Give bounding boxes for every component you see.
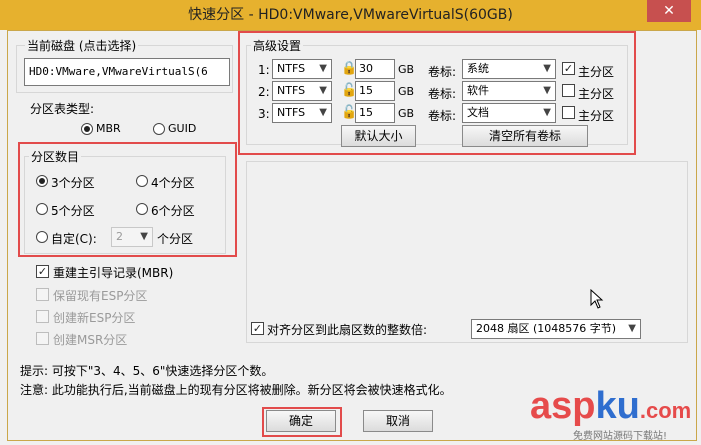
hint-text: 提示: 可按下"3、4、5、6"快速选择分区个数。 (20, 364, 274, 378)
close-button[interactable]: ✕ (647, 0, 691, 22)
row-1-label-title: 卷标: (428, 65, 457, 79)
clear-all-labels-button[interactable]: 清空所有卷标 (462, 125, 588, 147)
row-1-volume-label-select[interactable]: 系统 ▼ (462, 59, 556, 79)
row-3-volume-label-select[interactable]: 文档 ▼ (462, 103, 556, 123)
right-panel-frame (246, 161, 688, 343)
radio-3-partitions-label: 3个分区 (51, 176, 95, 190)
lock-icon[interactable]: 🔒 (341, 61, 357, 77)
radio-3-partitions[interactable] (36, 175, 48, 187)
rebuild-mbr-checkbox[interactable]: ✓ (36, 265, 49, 278)
rebuild-mbr-label: 重建主引导记录(MBR) (53, 266, 174, 280)
radio-6-partitions[interactable] (136, 203, 148, 215)
row-3-volume-label-value: 文档 (467, 106, 489, 119)
row-2-primary-label: 主分区 (578, 87, 615, 101)
row-3-primary-label: 主分区 (578, 109, 615, 123)
row-2-label-title: 卷标: (428, 87, 457, 101)
row-1-index: 1: (258, 63, 270, 77)
radio-custom-label: 自定(C): (51, 232, 97, 246)
row-3-fs-value: NTFS (277, 106, 306, 119)
custom-count-select[interactable]: 2 ▼ (111, 227, 153, 247)
row-2-fs-select[interactable]: NTFS ▼ (272, 81, 332, 101)
row-2-index: 2: (258, 85, 270, 99)
current-disk-title: 当前磁盘 (点击选择) (25, 37, 139, 54)
radio-mbr-label: MBR (96, 122, 121, 135)
row-3-fs-select[interactable]: NTFS ▼ (272, 103, 332, 123)
create-msr-checkbox[interactable] (36, 332, 49, 345)
row-1-unit: GB (398, 63, 415, 76)
radio-guid[interactable] (153, 123, 165, 135)
radio-6-partitions-label: 6个分区 (151, 204, 195, 218)
radio-guid-label: GUID (168, 122, 197, 135)
chevron-down-icon: ▼ (628, 323, 636, 334)
watermark-tld: .com (639, 398, 692, 423)
note-text: 注意: 此功能执行后,当前磁盘上的现有分区将被删除。新分区将会被快速格式化。 (20, 383, 452, 397)
radio-mbr[interactable] (81, 123, 93, 135)
cancel-button[interactable]: 取消 (363, 410, 433, 432)
row-2-primary-checkbox[interactable] (562, 84, 575, 97)
quick-partition-window: 快速分区 - HD0:VMware,VMwareVirtualS(60GB) ✕… (0, 0, 701, 445)
row-1-primary-checkbox[interactable]: ✓ (562, 62, 575, 75)
mouse-cursor-icon (590, 289, 604, 309)
watermark-ku: ku (595, 385, 640, 427)
row-2-unit: GB (398, 85, 415, 98)
chevron-down-icon: ▼ (319, 63, 327, 74)
ok-button[interactable]: 确定 (266, 410, 336, 432)
unlock-icon[interactable]: 🔓 (341, 83, 357, 99)
unlock-icon[interactable]: 🔓 (341, 105, 357, 121)
row-1-fs-value: NTFS (277, 62, 306, 75)
create-esp-checkbox[interactable] (36, 310, 49, 323)
keep-esp-label: 保留现有ESP分区 (53, 289, 148, 303)
row-3-index: 3: (258, 107, 270, 121)
align-sector-value: 2048 扇区 (1048576 字节) (476, 322, 617, 335)
row-1-primary-label: 主分区 (578, 65, 615, 79)
row-2-volume-label-select[interactable]: 软件 ▼ (462, 81, 556, 101)
default-size-button[interactable]: 默认大小 (341, 125, 416, 147)
row-3-size-input[interactable]: 15 (355, 103, 395, 123)
radio-custom-partitions[interactable] (36, 231, 48, 243)
chevron-down-icon: ▼ (140, 231, 148, 242)
row-3-primary-checkbox[interactable] (562, 106, 575, 119)
create-msr-label: 创建MSR分区 (53, 333, 128, 347)
align-checkbox[interactable]: ✓ (251, 322, 264, 335)
radio-5-partitions[interactable] (36, 203, 48, 215)
row-1-size-input[interactable]: 30 (355, 59, 395, 79)
create-esp-label: 创建新ESP分区 (53, 311, 136, 325)
radio-5-partitions-label: 5个分区 (51, 204, 95, 218)
align-label: 对齐分区到此扇区数的整数倍: (267, 323, 428, 337)
keep-esp-checkbox[interactable] (36, 288, 49, 301)
row-2-volume-label-value: 软件 (467, 84, 489, 97)
watermark-subtitle: 免费网站源码下载站! (573, 431, 668, 442)
row-2-size-input[interactable]: 15 (355, 81, 395, 101)
dialog-content: 当前磁盘 (点击选择) HD0:VMware,VMwareVirtualS(6 … (7, 30, 697, 441)
partition-table-title: 分区表类型: (30, 102, 95, 116)
watermark-logo: aspku.com (530, 385, 691, 428)
radio-4-partitions[interactable] (136, 175, 148, 187)
row-3-label-title: 卷标: (428, 109, 457, 123)
row-3-unit: GB (398, 107, 415, 120)
custom-count-suffix: 个分区 (157, 232, 194, 246)
chevron-down-icon: ▼ (543, 107, 551, 118)
custom-count-value: 2 (116, 230, 123, 243)
current-disk-selector[interactable]: HD0:VMware,VMwareVirtualS(6 (24, 58, 230, 86)
window-title: 快速分区 - HD0:VMware,VMwareVirtualS(60GB) (188, 7, 513, 23)
row-2-fs-value: NTFS (277, 84, 306, 97)
chevron-down-icon: ▼ (543, 63, 551, 74)
chevron-down-icon: ▼ (319, 85, 327, 96)
watermark-asp: asp (530, 385, 596, 427)
align-sector-select[interactable]: 2048 扇区 (1048576 字节) ▼ (471, 319, 641, 339)
radio-4-partitions-label: 4个分区 (151, 176, 195, 190)
row-1-fs-select[interactable]: NTFS ▼ (272, 59, 332, 79)
advanced-settings-title: 高级设置 (251, 37, 304, 54)
title-bar: 快速分区 - HD0:VMware,VMwareVirtualS(60GB) ✕ (0, 0, 701, 30)
chevron-down-icon: ▼ (543, 85, 551, 96)
row-1-volume-label-value: 系统 (467, 62, 489, 75)
chevron-down-icon: ▼ (319, 107, 327, 118)
